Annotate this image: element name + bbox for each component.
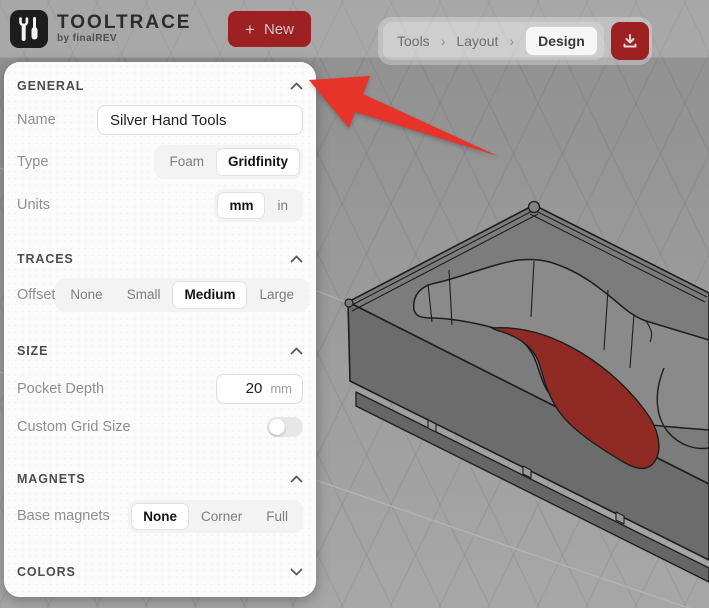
breadcrumb-item-layout[interactable]: Layout xyxy=(456,33,498,49)
units-label: Units xyxy=(17,197,51,214)
chevron-down-icon[interactable] xyxy=(290,568,303,576)
tooltrace-logo-icon xyxy=(10,9,48,48)
app-window: TOOLTRACE by finalREV + New Tools › Layo… xyxy=(0,0,709,608)
section-magnets-header[interactable]: MAGNETS xyxy=(17,470,303,488)
name-label: Name xyxy=(17,112,56,128)
new-button[interactable]: + New xyxy=(228,11,311,47)
chevron-up-icon[interactable] xyxy=(290,82,303,90)
brand-text: TOOLTRACE by finalREV xyxy=(57,13,191,44)
section-title: GENERAL xyxy=(17,79,85,93)
breadcrumb-item-design[interactable]: Design xyxy=(525,26,598,56)
section-title: COLORS xyxy=(17,565,76,580)
export-button[interactable] xyxy=(610,22,649,60)
pocket-depth-unit: mm xyxy=(270,381,292,397)
type-label: Type xyxy=(17,153,49,170)
section-general-header[interactable]: GENERAL xyxy=(17,77,303,95)
offset-label: Offset xyxy=(17,286,56,303)
section-title: MAGNETS xyxy=(17,471,86,486)
brand-name: TOOLTRACE xyxy=(57,12,192,33)
settings-panel: GENERAL Name Type Foam Gridfinity Units … xyxy=(4,62,316,597)
type-row: Type Foam Gridfinity xyxy=(17,145,303,179)
chevron-up-icon[interactable] xyxy=(290,255,303,263)
section-title: SIZE xyxy=(17,343,49,358)
name-input[interactable] xyxy=(97,105,303,135)
pocket-depth-field: mm xyxy=(216,373,303,404)
type-option-foam[interactable]: Foam xyxy=(157,148,216,176)
toggle-knob xyxy=(269,418,285,435)
offset-option-none[interactable]: None xyxy=(58,281,114,309)
pocket-depth-label: Pocket Depth xyxy=(17,380,105,397)
chevron-up-icon[interactable] xyxy=(290,475,303,483)
chevron-right-icon: › xyxy=(440,33,446,49)
breadcrumb: Tools › Layout › Design xyxy=(383,22,604,60)
custom-grid-row: Custom Grid Size xyxy=(17,412,303,442)
offset-row: Offset None Small Medium Large xyxy=(17,278,310,312)
base-magnets-option-corner[interactable]: Corner xyxy=(189,503,254,531)
plus-icon: + xyxy=(245,19,255,39)
name-row: Name xyxy=(17,105,303,135)
units-segmented-control: mm in xyxy=(214,188,303,223)
brand-byline: by finalREV xyxy=(57,33,117,44)
type-option-gridfinity[interactable]: Gridfinity xyxy=(216,148,300,176)
section-title: TRACES xyxy=(17,252,74,267)
pocket-depth-input[interactable] xyxy=(232,380,263,398)
breadcrumb-bar: Tools › Layout › Design xyxy=(378,17,652,65)
base-magnets-option-none[interactable]: None xyxy=(131,502,189,531)
offset-segmented-control: None Small Medium Large xyxy=(55,278,310,312)
chevron-right-icon: › xyxy=(509,33,515,49)
base-magnets-row: Base magnets None Corner Full xyxy=(17,499,303,534)
section-size-header[interactable]: SIZE xyxy=(17,342,303,360)
units-option-in[interactable]: in xyxy=(265,192,300,220)
brand: TOOLTRACE by finalREV xyxy=(10,9,191,48)
section-colors-header[interactable]: COLORS xyxy=(17,563,303,581)
custom-grid-toggle[interactable] xyxy=(267,416,303,437)
base-magnets-segmented-control: None Corner Full xyxy=(128,499,303,534)
units-row: Units mm in xyxy=(17,188,303,223)
units-option-mm[interactable]: mm xyxy=(217,191,266,220)
section-traces-header[interactable]: TRACES xyxy=(17,250,303,268)
type-segmented-control: Foam Gridfinity xyxy=(154,145,303,179)
chevron-up-icon[interactable] xyxy=(290,347,303,355)
download-icon xyxy=(623,34,637,48)
offset-option-large[interactable]: Large xyxy=(247,281,306,309)
new-button-label: New xyxy=(263,20,294,38)
custom-grid-label: Custom Grid Size xyxy=(17,418,131,435)
offset-option-medium[interactable]: Medium xyxy=(172,281,248,309)
offset-option-small[interactable]: Small xyxy=(115,281,173,309)
breadcrumb-item-tools[interactable]: Tools xyxy=(397,33,430,49)
base-magnets-label: Base magnets xyxy=(17,508,110,525)
base-magnets-option-full[interactable]: Full xyxy=(254,503,300,531)
pocket-depth-row: Pocket Depth mm xyxy=(17,373,303,404)
